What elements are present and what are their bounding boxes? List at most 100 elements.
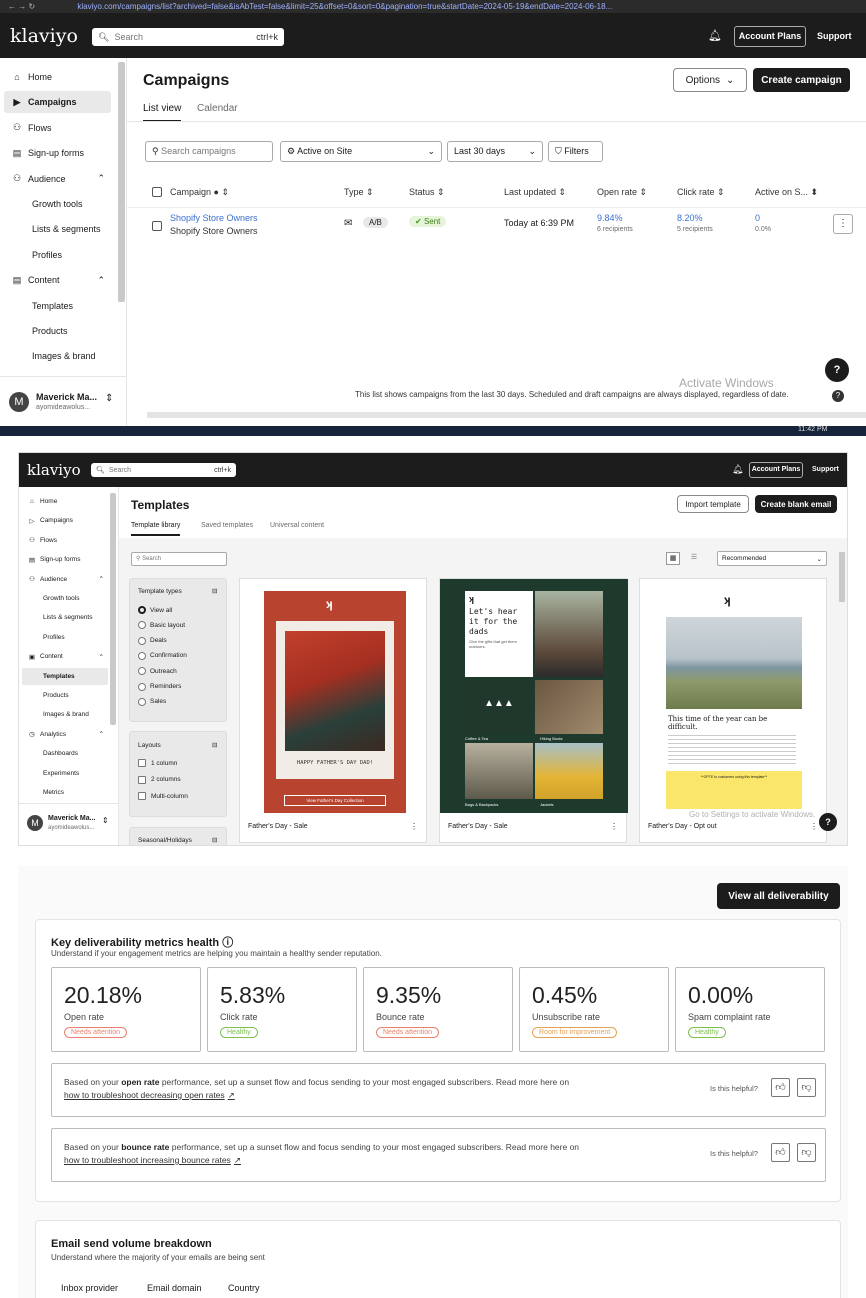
sidebar-item-dashboards[interactable]: Dashboards [22, 745, 108, 762]
template-card[interactable]: ʞ HAPPY FATHER'S DAY DAD! View Father's … [239, 578, 427, 843]
column-header[interactable]: Open rate ⇕ [597, 187, 647, 198]
thumbs-up-icon[interactable]: 👍︎ [771, 1143, 790, 1162]
row-menu-button[interactable]: ⋮ [833, 214, 853, 234]
template-search-input[interactable]: ⚲ Search [131, 552, 227, 566]
template-type-option[interactable]: Outreach [138, 667, 223, 676]
url-text[interactable]: klaviyo.com/campaigns/list?archived=fals… [77, 2, 612, 11]
tab-inbox-provider[interactable]: Inbox provider [61, 1283, 118, 1293]
list-view-icon[interactable]: ☰ [687, 552, 701, 565]
select-all-checkbox[interactable] [152, 187, 162, 197]
options-button[interactable]: Options ⌄ [673, 68, 747, 92]
template-card[interactable]: ʞ This time of the year can be difficult… [639, 578, 827, 843]
sidebar-item-sign-up-forms[interactable]: ▤ Sign-up forms [22, 551, 108, 568]
sidebar-item-campaigns[interactable]: ▷ Campaigns [22, 512, 108, 529]
sidebar-item-audience[interactable]: ⚇ Audience ⌃ [22, 571, 108, 588]
sidebar-scrollbar[interactable] [110, 493, 116, 725]
layout-option[interactable]: Multi-column [138, 792, 223, 800]
column-header[interactable]: Last updated ⇕ [504, 187, 566, 198]
global-search[interactable]: 🔍︎ Search ctrl+k [91, 463, 236, 477]
column-header[interactable]: Type ⇕ [344, 187, 374, 198]
tab-calendar[interactable]: Calendar [197, 103, 238, 114]
grid-view-icon[interactable]: ▦ [666, 552, 680, 565]
bell-icon[interactable]: 🔔︎ [708, 29, 722, 42]
column-header[interactable]: Campaign ● ⇕ [170, 187, 229, 198]
create-blank-email-button[interactable]: Create blank email [755, 495, 837, 513]
thumbs-down-icon[interactable]: 👎︎ [797, 1143, 816, 1162]
support-link[interactable]: Support [812, 466, 839, 473]
campaign-name-link[interactable]: Shopify Store Owners [170, 213, 258, 223]
template-type-option[interactable]: Confirmation [138, 651, 223, 660]
footer-help-icon[interactable]: ? [832, 390, 844, 402]
back-icon[interactable]: ← → ↻ [8, 2, 35, 11]
create-campaign-button[interactable]: Create campaign [753, 68, 850, 92]
tab-country[interactable]: Country [228, 1283, 260, 1293]
account-plans-button[interactable]: Account Plans [734, 26, 806, 47]
sort-select[interactable]: Recommended ⌄ [717, 551, 827, 566]
sidebar-item-templates[interactable]: Templates [4, 295, 111, 317]
template-card[interactable]: ʞ Let's hear it for the dads Give the gi… [439, 578, 628, 843]
troubleshoot-link[interactable]: how to troubleshoot decreasing open rate… [64, 1090, 235, 1100]
sidebar-item-products[interactable]: Products [22, 687, 108, 704]
sidebar-item-profiles[interactable]: Profiles [22, 629, 108, 646]
sidebar-item-home[interactable]: ⌂ Home [22, 493, 108, 510]
sidebar-item-metrics[interactable]: Metrics [22, 784, 108, 801]
sidebar-item-growth-tools[interactable]: Growth tools [22, 590, 108, 607]
sidebar-item-images-brand[interactable]: Images & brand [4, 345, 111, 367]
sidebar-item-templates[interactable]: Templates [22, 667, 108, 685]
tab-template-library[interactable]: Template library [131, 522, 181, 536]
tab-saved-templates[interactable]: Saved templates [201, 522, 253, 529]
view-all-deliverability-button[interactable]: View all deliverability [717, 883, 840, 909]
user-menu[interactable]: M Maverick Ma... ayomideawolus... ⇕ [0, 376, 127, 426]
help-icon[interactable]: ? [825, 358, 849, 382]
template-type-option[interactable]: Sales [138, 697, 223, 706]
user-menu[interactable]: M Maverick Ma... ayomideawolus... ⇕ [19, 803, 119, 843]
template-type-option[interactable]: View all [138, 606, 223, 614]
sidebar-item-profiles[interactable]: Profiles [4, 244, 111, 266]
account-plans-button[interactable]: Account Plans [749, 462, 803, 478]
layout-option[interactable]: 2 columns [138, 775, 223, 784]
sidebar-item-content[interactable]: ▣ Content ⌃ [22, 648, 108, 665]
column-header[interactable]: Click rate ⇕ [677, 187, 725, 198]
template-type-option[interactable]: Deals [138, 636, 223, 645]
layout-option[interactable]: 1 column [138, 759, 223, 767]
sidebar-item-growth-tools[interactable]: Growth tools [4, 193, 111, 215]
date-filter-select[interactable]: Last 30 days ⌄ [447, 141, 543, 162]
sidebar-item-sign-up-forms[interactable]: ▤ Sign-up forms [4, 142, 111, 164]
sidebar-item-experiments[interactable]: Experiments [22, 765, 108, 782]
table-row[interactable]: Shopify Store Owners Shopify Store Owner… [127, 207, 866, 241]
tab-email-domain[interactable]: Email domain [147, 1283, 202, 1293]
sidebar-item-audience[interactable]: ⚇ Audience ⌃ [4, 168, 111, 190]
collapse-icon[interactable]: ⊟ [212, 836, 217, 844]
site-filter-select[interactable]: ⚙ Active on Site ⌄ [280, 141, 442, 162]
filters-button[interactable]: ⛉ Filters [548, 141, 603, 162]
sidebar-item-lists-segments[interactable]: Lists & segments [22, 609, 108, 626]
thumbs-down-icon[interactable]: 👎︎ [797, 1078, 816, 1097]
card-menu-icon[interactable]: ⋮ [810, 822, 818, 831]
template-type-option[interactable]: Basic layout [138, 621, 223, 630]
tab-universal-content[interactable]: Universal content [270, 522, 324, 529]
horizontal-scrollbar[interactable] [147, 412, 866, 418]
sidebar-item-campaigns[interactable]: ▶ Campaigns [4, 91, 111, 114]
sidebar-item-images-brand[interactable]: Images & brand [22, 706, 108, 723]
sidebar-scrollbar[interactable] [118, 62, 125, 302]
help-icon[interactable]: ? [819, 813, 837, 831]
sidebar-item-lists-segments[interactable]: Lists & segments [4, 218, 111, 240]
collapse-icon[interactable]: ⊟ [212, 741, 217, 749]
sidebar-item-flows[interactable]: ⚇ Flows [4, 117, 111, 139]
import-template-button[interactable]: Import template [677, 495, 749, 513]
tab-list-view[interactable]: List view [143, 103, 182, 122]
sidebar-item-content[interactable]: ▤ Content ⌃ [4, 269, 111, 291]
row-checkbox[interactable] [152, 221, 162, 231]
troubleshoot-link[interactable]: how to troubleshoot increasing bounce ra… [64, 1155, 241, 1165]
klaviyo-logo[interactable]: klaviyo [10, 25, 78, 47]
klaviyo-logo[interactable]: klaviyo [27, 461, 81, 479]
collapse-icon[interactable]: ⊟ [212, 587, 217, 595]
column-header[interactable]: Active on S... ⬍ [755, 187, 818, 198]
support-link[interactable]: Support [817, 31, 852, 41]
thumbs-up-icon[interactable]: 👍︎ [771, 1078, 790, 1097]
card-menu-icon[interactable]: ⋮ [410, 822, 418, 831]
sidebar-item-home[interactable]: ⌂ Home [4, 66, 111, 88]
column-header[interactable]: Status ⇕ [409, 187, 445, 198]
sidebar-item-flows[interactable]: ⚇ Flows [22, 532, 108, 549]
global-search[interactable]: 🔍︎ Search ctrl+k [92, 28, 284, 46]
